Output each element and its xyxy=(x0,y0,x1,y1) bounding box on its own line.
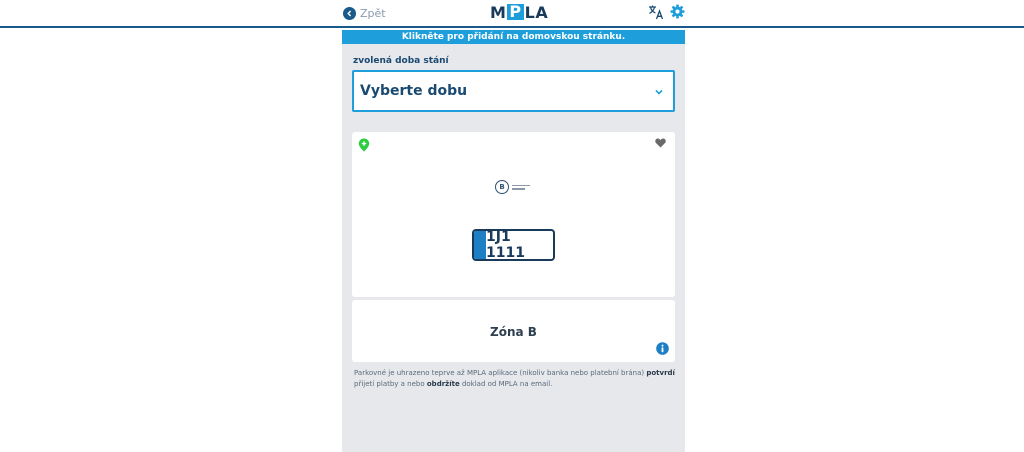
note-text-1: Parkovné je uhrazeno teprve až MPLA apli… xyxy=(354,369,647,377)
back-button[interactable]: Zpět xyxy=(343,5,386,21)
app-column: Klikněte pro přidání na domovskou stránk… xyxy=(342,30,685,452)
duration-select[interactable]: Vyberte dobu xyxy=(352,70,675,112)
license-plate[interactable]: 1J1 1111 xyxy=(472,229,555,261)
translate-icon[interactable] xyxy=(648,4,664,20)
logo-text-m: M xyxy=(490,2,507,22)
chevron-left-icon xyxy=(343,6,356,20)
plate-stripe xyxy=(474,231,486,259)
gear-icon[interactable] xyxy=(670,4,685,19)
parking-zone-logo: B xyxy=(495,179,535,195)
mpla-logo: M P LA xyxy=(490,2,549,22)
logo-decoration xyxy=(512,184,530,190)
chevron-down-icon xyxy=(655,89,663,95)
zone-name: Zóna B xyxy=(490,325,537,339)
top-header: Zpět M P LA xyxy=(0,0,1024,28)
vehicle-card: B 1J1 1111 xyxy=(352,132,675,297)
note-text-3: doklad od MPLA na email. xyxy=(459,380,553,388)
info-icon[interactable] xyxy=(656,342,669,355)
duration-select-value: Vyberte dobu xyxy=(360,83,468,99)
note-bold-confirm: potvrdí xyxy=(646,369,675,377)
note-text-2: přijetí platby a nebo xyxy=(354,380,427,388)
logo-text-la: LA xyxy=(524,2,549,22)
payment-note: Parkovné je uhrazeno teprve až MPLA apli… xyxy=(354,368,676,390)
zone-card: Zóna B xyxy=(352,300,675,362)
parking-b-icon: B xyxy=(495,180,509,194)
back-label: Zpět xyxy=(360,6,386,20)
duration-label: zvolená doba stání xyxy=(353,56,449,66)
location-pin-icon xyxy=(358,138,370,152)
add-to-home-banner[interactable]: Klikněte pro přidání na domovskou stránk… xyxy=(342,30,685,44)
heart-icon[interactable] xyxy=(655,138,666,148)
logo-text-p: P xyxy=(507,2,524,21)
plate-number: 1J1 1111 xyxy=(486,229,525,261)
note-bold-receive: obdržíte xyxy=(426,380,460,388)
